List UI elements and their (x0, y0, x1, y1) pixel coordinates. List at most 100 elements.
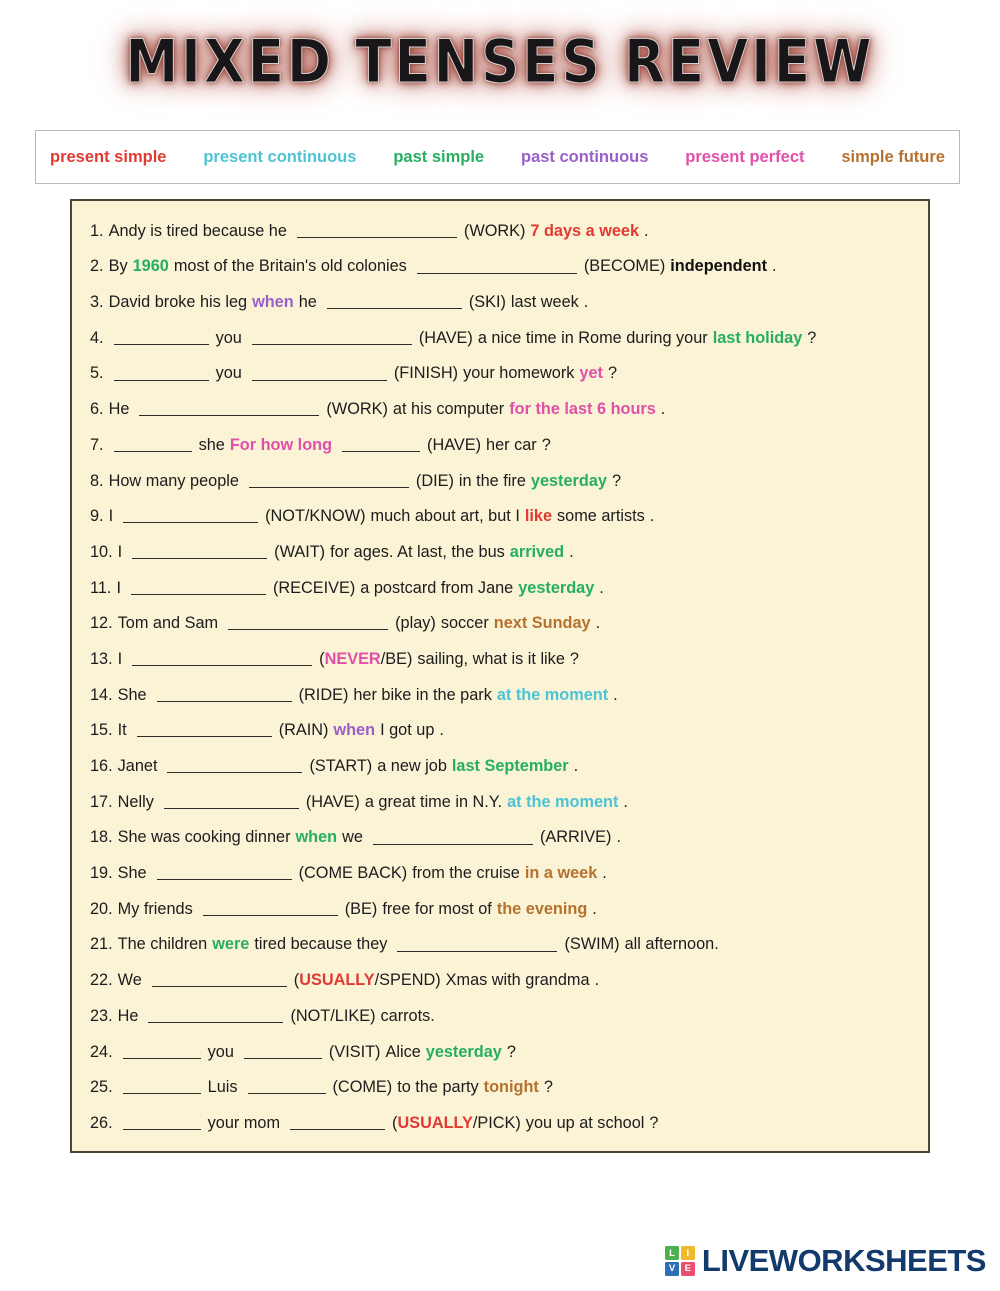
answer-blank[interactable] (326, 295, 462, 310)
sentence-text: Janet (117, 757, 158, 775)
sentence-text: Luis (207, 1078, 238, 1097)
verb-prompt-close: /PICK) (472, 1113, 521, 1132)
time-marker: 7 days a week (530, 221, 640, 240)
answer-blank[interactable] (243, 1045, 322, 1059)
verb-prompt: (SWIM) (564, 935, 620, 954)
sentence-text: her car (486, 435, 537, 454)
time-marker: last September (451, 757, 569, 775)
sentence-end: . (644, 221, 649, 240)
exercise-row: 21. The children were tired because they (SW… (90, 927, 910, 963)
sentence-text: a nice time in Rome during your (477, 328, 708, 347)
sentence-text: She (117, 864, 147, 883)
logo-cell-v: V (664, 1261, 680, 1276)
time-marker: the evening (496, 899, 588, 918)
answer-blank[interactable] (123, 509, 259, 524)
answer-blank[interactable] (247, 1080, 326, 1095)
answer-blank[interactable] (228, 616, 389, 631)
answer-blank[interactable] (151, 973, 287, 988)
sentence-end: . (616, 828, 621, 847)
answer-blank[interactable] (290, 1116, 386, 1131)
sentence-text: Alice (385, 1042, 421, 1061)
answer-blank[interactable] (397, 938, 558, 952)
answer-blank[interactable] (416, 260, 577, 274)
exercise-number: 18. (90, 828, 113, 847)
exercise-number: 7. (90, 435, 104, 454)
exercise-number: 5. (90, 364, 104, 383)
exercise-number: 12. (90, 614, 113, 633)
exercise-row: 5. you (FINISH) your homework yet? (90, 356, 910, 392)
answer-blank[interactable] (122, 1080, 201, 1095)
answer-blank[interactable] (372, 831, 533, 845)
time-marker: yesterday (530, 471, 607, 490)
verb-prompt-close: /BE) (380, 649, 413, 668)
sentence-text: Xmas with grandma (445, 971, 590, 990)
sentence-text: in the fire (458, 471, 526, 490)
sentence-end: . (613, 685, 618, 704)
legend-item-past-simple: past simple (393, 147, 485, 166)
time-marker: yesterday (518, 578, 595, 597)
sentence-text: a great time in N.Y. (364, 792, 503, 811)
answer-blank[interactable] (296, 224, 457, 238)
sentence-text: he (298, 293, 317, 312)
exercise-row: 14. She (RIDE) her bike in the park at the m… (90, 677, 910, 713)
sentence-end: . (569, 542, 574, 561)
sentence-text: sailing, what is it like (417, 649, 565, 668)
answer-blank[interactable] (139, 402, 320, 417)
answer-blank[interactable] (122, 1045, 201, 1059)
answer-blank[interactable] (132, 652, 313, 667)
verb-prompt: (HAVE) (427, 435, 482, 454)
sentence-text: I (117, 542, 123, 561)
exercise-row: 7. she For how long (HAVE) her car? (90, 427, 910, 463)
sentence-text: Nelly (117, 792, 154, 811)
sentence-end: ? (607, 364, 617, 383)
exercise-number: 25. (90, 1078, 113, 1097)
answer-blank[interactable] (251, 367, 387, 381)
exercise-number: 8. (90, 471, 104, 490)
page-title: MIXED TENSES REVIEW (125, 27, 875, 97)
answer-blank[interactable] (156, 688, 292, 702)
time-marker: independent (670, 257, 768, 276)
answer-blank[interactable] (136, 723, 272, 738)
answer-blank[interactable] (113, 331, 209, 345)
legend-item-present-perfect: present perfect (685, 147, 805, 166)
time-marker: 1960 (132, 257, 169, 276)
exercise-row: 12. Tom and Sam (play) soccer next Sunday. (90, 606, 910, 642)
verb-prompt: (VISIT) (328, 1042, 381, 1061)
answer-blank[interactable] (148, 1009, 284, 1023)
sentence-text: She was cooking dinner (117, 828, 291, 847)
answer-blank[interactable] (163, 795, 299, 809)
sentence-end: . (772, 257, 777, 276)
time-marker: when (333, 721, 376, 740)
exercise-row: 25. Luis (COME) to the party tonight? (90, 1070, 910, 1106)
verb-prompt: (RECEIVE) (272, 578, 356, 597)
exercise-row: 17. Nelly (HAVE) a great time in N.Y. at the… (90, 784, 910, 820)
sentence-end: . (660, 400, 666, 419)
answer-blank[interactable] (130, 581, 266, 595)
answer-blank[interactable] (202, 902, 338, 916)
verb-prompt: (COME BACK) (298, 864, 408, 883)
answer-blank[interactable] (132, 545, 268, 560)
legend-item-simple-future: simple future (841, 147, 945, 166)
sentence-end: . (623, 792, 628, 811)
answer-blank[interactable] (122, 1116, 201, 1131)
answer-blank[interactable] (113, 367, 209, 381)
exercise-row: 16. Janet (START) a new job last September. (90, 748, 910, 784)
sentence-end: . (594, 971, 600, 990)
exercise-row: 26. your mom(USUALLY/PICK) you up at schoo… (90, 1105, 910, 1141)
sentence-text: tired because they (254, 935, 388, 954)
logo-cell-e: E (680, 1261, 695, 1276)
exercise-row: 23. He (NOT/LIKE) carrots. (90, 998, 910, 1034)
answer-blank[interactable] (342, 438, 421, 452)
answer-blank[interactable] (248, 474, 409, 488)
sentence-end: ? (506, 1042, 516, 1061)
legend-item-present-simple: present simple (50, 147, 167, 166)
verb-prompt: (play) (395, 614, 436, 633)
answer-blank[interactable] (167, 759, 303, 774)
sentence-text: you (215, 364, 242, 383)
answer-blank[interactable] (113, 438, 192, 452)
answer-blank[interactable] (156, 866, 292, 881)
answer-blank[interactable] (251, 331, 412, 345)
sentence-text: at his computer (392, 400, 505, 419)
sentence-text: We (117, 971, 142, 990)
sentence-text: you up at school (525, 1113, 645, 1132)
